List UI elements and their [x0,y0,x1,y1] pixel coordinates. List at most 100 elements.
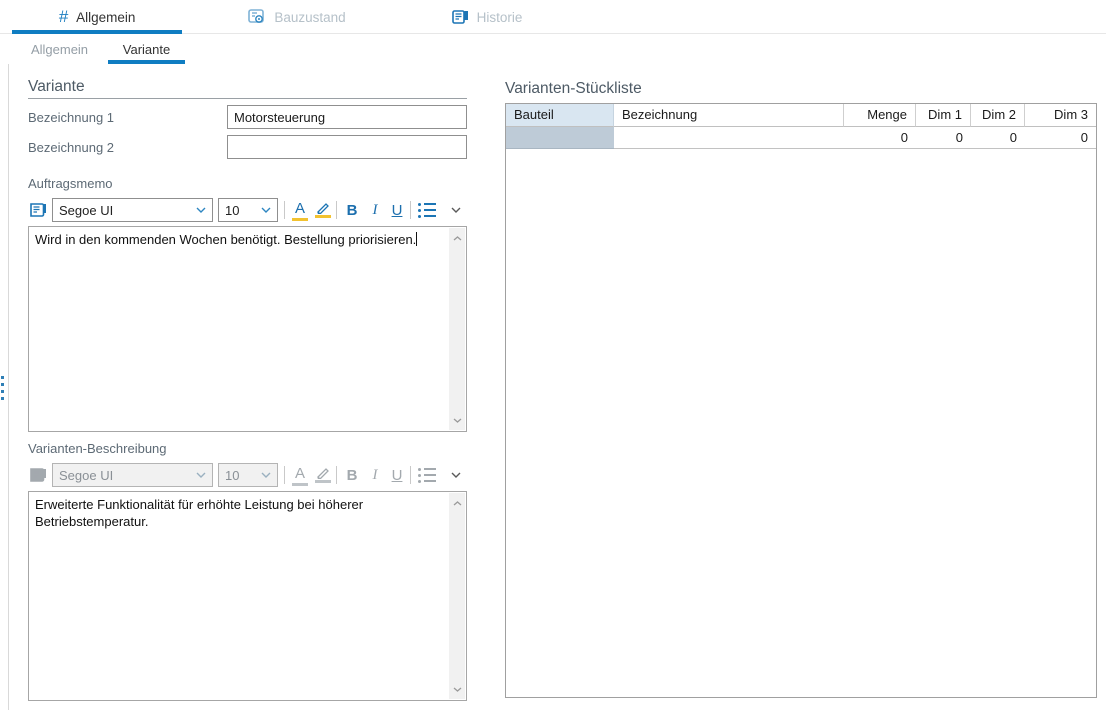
tab-allgemein-top[interactable]: # Allgemein [12,0,182,34]
bezeichnung2-input[interactable] [227,135,467,159]
tab-label: Historie [477,10,523,25]
scroll-up-icon[interactable] [449,495,465,511]
cell-dim3[interactable]: 0 [1025,127,1096,149]
font-color-swatch [292,218,308,221]
varianten-beschreibung-label: Varianten-Beschreibung [28,441,167,456]
chevron-down-icon [451,207,461,213]
underline-button[interactable]: U [387,462,407,488]
toolbar-separator [336,201,337,219]
font-family-value: Segoe UI [59,203,113,218]
chevron-down-icon [196,472,206,478]
toolbar-more-button[interactable] [448,462,464,488]
section-divider [28,98,467,99]
scroll-down-icon[interactable] [449,681,465,697]
bezeichnung1-input[interactable] [227,105,467,129]
toolbar-separator [284,466,285,484]
splitter-grip-dots [1,376,5,406]
highlight-color-swatch [315,480,331,483]
font-family-select[interactable]: Segoe UI [52,198,213,222]
hash-icon: # [59,7,68,27]
table-row[interactable]: 0 0 0 0 [506,127,1096,149]
tab-label: Allgemein [76,10,135,25]
description-text: Erweiterte Funktionalität für erhöhte Le… [35,497,363,529]
font-color-swatch [292,483,308,486]
bold-button[interactable]: B [342,197,362,223]
toolbar-more-button[interactable] [448,197,464,223]
beschreibung-textarea[interactable]: Erweiterte Funktionalität für erhöhte Le… [28,491,467,701]
font-color-label: A [295,465,305,482]
chevron-down-icon [196,207,206,213]
scroll-down-icon[interactable] [449,412,465,428]
font-size-value: 10 [225,203,239,218]
memo-scrollbar[interactable] [449,228,465,430]
toolbar-separator [336,466,337,484]
bezeichnung1-label: Bezeichnung 1 [28,110,114,125]
cell-menge[interactable]: 0 [844,127,916,149]
font-color-button[interactable]: A [290,462,310,488]
column-header-menge[interactable]: Menge [844,104,916,127]
bold-button[interactable]: B [342,462,362,488]
chevron-down-icon [261,472,271,478]
font-color-button[interactable]: A [290,197,310,223]
tab-label: Variante [123,42,170,57]
memo-text: Wird in den kommenden Wochen benötigt. B… [35,232,416,247]
highlight-color-button[interactable] [313,197,333,223]
toolbar-separator [410,466,411,484]
description-toolbar: Segoe UI 10 A B I U [28,462,467,488]
column-header-bauteil[interactable]: Bauteil [506,104,614,127]
tab-label: Bauzustand [274,10,345,25]
italic-button[interactable]: I [365,197,385,223]
underline-button[interactable]: U [387,197,407,223]
column-header-dim3[interactable]: Dim 3 [1025,104,1096,127]
toolbar-separator [284,201,285,219]
cell-bezeichnung[interactable] [614,127,844,149]
font-size-select[interactable]: 10 [218,463,278,487]
bullet-list-button[interactable] [417,197,437,223]
table-header-row: Bauteil Bezeichnung Menge Dim 1 Dim 2 Di… [506,104,1096,127]
toolbar-separator [410,201,411,219]
book-icon [452,9,469,25]
text-caret [416,232,417,246]
splitter-handle[interactable] [0,64,6,710]
italic-button[interactable]: I [365,462,385,488]
chevron-down-icon [451,472,461,478]
tab-variante[interactable]: Variante [108,34,185,64]
font-family-select[interactable]: Segoe UI [52,463,213,487]
cell-dim2[interactable]: 0 [971,127,1025,149]
font-family-value: Segoe UI [59,468,113,483]
chevron-down-icon [261,207,271,213]
cell-dim1[interactable]: 0 [916,127,971,149]
memo-icon [28,197,48,223]
pen-icon [316,202,330,214]
pen-icon [316,467,330,479]
memo-icon [28,462,48,488]
auftragsmemo-label: Auftragsmemo [28,176,113,191]
sub-tab-bar: Allgemein Variante [0,34,1106,64]
tab-historie[interactable]: Historie [402,0,572,34]
highlight-color-button[interactable] [313,462,333,488]
panel-left-border [8,64,9,710]
auftragsmemo-textarea[interactable]: Wird in den kommenden Wochen benötigt. B… [28,226,467,432]
column-header-dim1[interactable]: Dim 1 [916,104,971,127]
varianten-stueckliste-table: Bauteil Bezeichnung Menge Dim 1 Dim 2 Di… [505,103,1097,698]
bullet-list-icon [418,468,436,483]
description-scrollbar[interactable] [449,493,465,699]
column-header-bezeichnung[interactable]: Bezeichnung [614,104,844,127]
tab-bauzustand[interactable]: Bauzustand [212,0,382,34]
tool-gear-icon [248,9,266,25]
tab-allgemein-sub[interactable]: Allgemein [12,34,107,64]
bullet-list-button[interactable] [417,462,437,488]
column-header-dim2[interactable]: Dim 2 [971,104,1025,127]
cell-bauteil[interactable] [506,127,614,149]
highlight-color-swatch [315,215,331,218]
scroll-up-icon[interactable] [449,230,465,246]
variante-section-title: Variante [28,78,85,96]
font-size-value: 10 [225,468,239,483]
font-size-select[interactable]: 10 [218,198,278,222]
stueckliste-section-title: Varianten-Stückliste [505,80,642,98]
variant-editor-window: # Allgemein Bauzustand [0,0,1106,710]
bezeichnung2-label: Bezeichnung 2 [28,140,114,155]
tab-label: Allgemein [31,42,88,57]
font-color-label: A [295,200,305,217]
top-tab-bar: # Allgemein Bauzustand [0,0,1106,34]
